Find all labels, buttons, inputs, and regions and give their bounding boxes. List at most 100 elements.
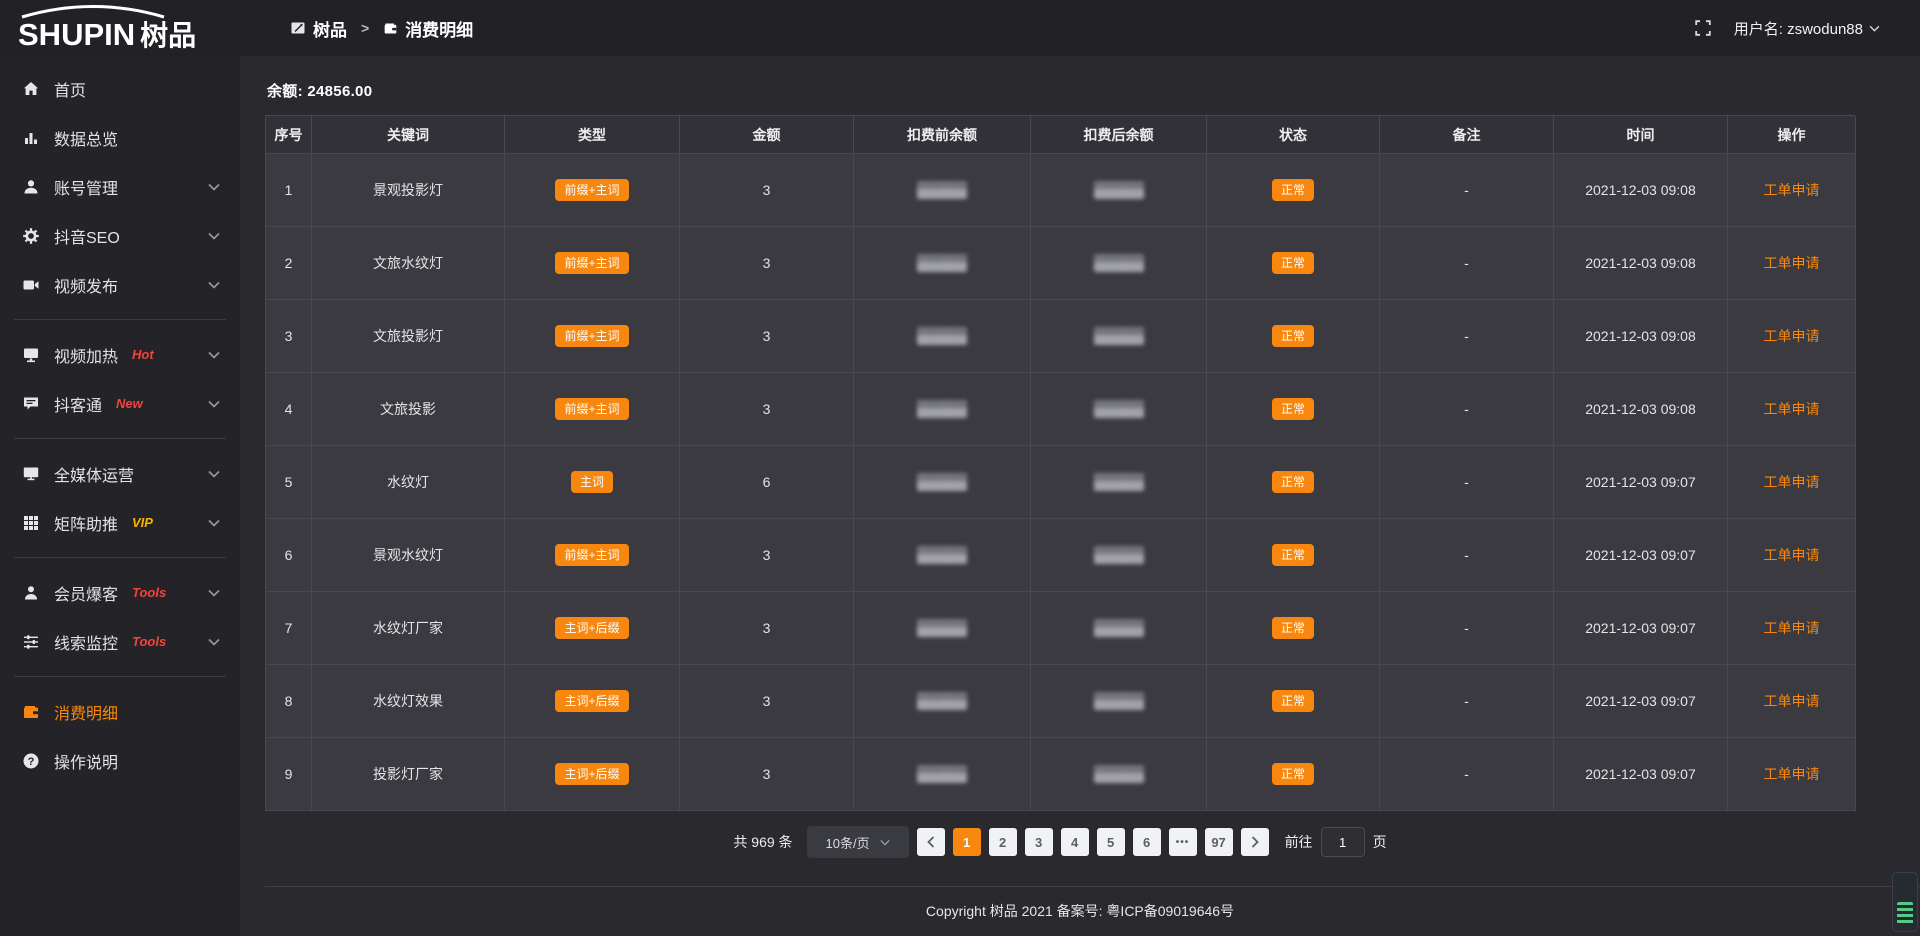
logo-arc-decoration bbox=[18, 5, 168, 19]
chevron-down-icon bbox=[208, 589, 220, 597]
sidebar-item-instructions[interactable]: ? 操作说明 bbox=[0, 736, 240, 785]
cell-note: - bbox=[1380, 373, 1554, 446]
sidebar-item-label: 抖音SEO bbox=[54, 224, 120, 248]
work-order-link[interactable]: 工单申请 bbox=[1764, 326, 1820, 346]
type-tag: 前缀+主词 bbox=[555, 398, 628, 420]
table-row: 8 水纹灯效果 主词+后缀 3 正常 - 2021-12-03 09:07 工单… bbox=[266, 665, 1855, 738]
cell-time: 2021-12-03 09:08 bbox=[1554, 154, 1728, 227]
sidebar-item-video-heat[interactable]: 视频加热 Hot bbox=[0, 330, 240, 379]
brand-logo[interactable]: SHUPIN 树品 bbox=[0, 0, 240, 56]
user-icon bbox=[22, 178, 40, 196]
page-button-3[interactable]: 3 bbox=[1025, 828, 1053, 856]
svg-text:?: ? bbox=[28, 755, 35, 767]
status-badge: 正常 bbox=[1272, 252, 1314, 274]
sidebar-item-clue-monitor[interactable]: 线索监控 Tools bbox=[0, 617, 240, 666]
cell-time: 2021-12-03 09:07 bbox=[1554, 519, 1728, 592]
cell-note: - bbox=[1380, 665, 1554, 738]
wallet-icon bbox=[383, 21, 398, 36]
work-order-link[interactable]: 工单申请 bbox=[1764, 618, 1820, 638]
cell-time: 2021-12-03 09:08 bbox=[1554, 227, 1728, 300]
video-camera-icon bbox=[22, 276, 40, 294]
sidebar-item-home[interactable]: 首页 bbox=[0, 64, 240, 113]
sidebar-item-label: 视频加热 bbox=[54, 343, 118, 367]
col-header: 金额 bbox=[680, 116, 854, 154]
page-button-1[interactable]: 1 bbox=[953, 828, 981, 856]
sidebar-item-label: 全媒体运营 bbox=[54, 462, 134, 486]
cell-index: 1 bbox=[266, 154, 312, 227]
work-order-link[interactable]: 工单申请 bbox=[1764, 764, 1820, 784]
balance-display: 余额: 24856.00 bbox=[267, 80, 1855, 101]
chat-bubble-icon bbox=[22, 395, 40, 413]
sidebar-item-label: 线索监控 bbox=[54, 630, 118, 654]
more-pages-button[interactable]: ••• bbox=[1169, 828, 1197, 856]
sidebar-item-douketong[interactable]: 抖客通 New bbox=[0, 379, 240, 428]
page-button-6[interactable]: 6 bbox=[1133, 828, 1161, 856]
sidebar-item-data-overview[interactable]: 数据总览 bbox=[0, 113, 240, 162]
sidebar-item-video-publish[interactable]: 视频发布 bbox=[0, 260, 240, 309]
cell-index: 4 bbox=[266, 373, 312, 446]
breadcrumb-home[interactable]: 树品 bbox=[290, 16, 347, 41]
sidebar-item-label: 数据总览 bbox=[54, 126, 118, 150]
work-order-link[interactable]: 工单申请 bbox=[1764, 399, 1820, 419]
prev-page-button[interactable] bbox=[917, 828, 945, 856]
status-badge: 正常 bbox=[1272, 179, 1314, 201]
work-order-link[interactable]: 工单申请 bbox=[1764, 180, 1820, 200]
cell-keyword: 文旅水纹灯 bbox=[312, 227, 505, 300]
cell-amount: 6 bbox=[680, 446, 854, 519]
sidebar-item-label: 会员爆客 bbox=[54, 581, 118, 605]
table-header-row: 序号 关键词 类型 金额 扣费前余额 扣费后余额 状态 备注 时间 操作 bbox=[266, 116, 1855, 154]
col-header: 关键词 bbox=[312, 116, 505, 154]
breadcrumb-separator: > bbox=[361, 20, 369, 36]
work-order-link[interactable]: 工单申请 bbox=[1764, 472, 1820, 492]
user-menu[interactable]: 用户名: zswodun88 bbox=[1734, 18, 1880, 39]
breadcrumb-label: 树品 bbox=[313, 16, 347, 41]
goto-page-input[interactable] bbox=[1321, 827, 1365, 857]
sidebar-item-matrix-boost[interactable]: 矩阵助推 VIP bbox=[0, 498, 240, 547]
work-order-link[interactable]: 工单申请 bbox=[1764, 545, 1820, 565]
page-button-4[interactable]: 4 bbox=[1061, 828, 1089, 856]
cell-note: - bbox=[1380, 300, 1554, 373]
cell-index: 9 bbox=[266, 738, 312, 811]
censored-balance-after bbox=[1094, 473, 1144, 491]
page-size-select[interactable]: 10条/页 bbox=[807, 826, 909, 858]
col-header: 时间 bbox=[1554, 116, 1728, 154]
page-button-97[interactable]: 97 bbox=[1205, 828, 1233, 856]
corner-widget[interactable] bbox=[1892, 872, 1918, 932]
cell-index: 7 bbox=[266, 592, 312, 665]
page-button-2[interactable]: 2 bbox=[989, 828, 1017, 856]
censored-balance-before bbox=[917, 327, 967, 345]
home-icon bbox=[22, 80, 40, 98]
sliders-icon bbox=[22, 633, 40, 651]
cell-keyword: 文旅投影灯 bbox=[312, 300, 505, 373]
work-order-link[interactable]: 工单申请 bbox=[1764, 253, 1820, 273]
sidebar-item-all-media[interactable]: 全媒体运营 bbox=[0, 449, 240, 498]
tools-badge: Tools bbox=[132, 634, 166, 649]
censored-balance-before bbox=[917, 254, 967, 272]
censored-balance-after bbox=[1094, 619, 1144, 637]
sidebar-item-member-baoke[interactable]: 会员爆客 Tools bbox=[0, 568, 240, 617]
cell-amount: 3 bbox=[680, 154, 854, 227]
page-button-5[interactable]: 5 bbox=[1097, 828, 1125, 856]
sidebar-item-consumption-detail[interactable]: 消费明细 bbox=[0, 687, 240, 736]
censored-balance-after bbox=[1094, 400, 1144, 418]
cell-time: 2021-12-03 09:08 bbox=[1554, 373, 1728, 446]
censored-balance-before bbox=[917, 692, 967, 710]
censored-balance-after bbox=[1094, 181, 1144, 199]
fullscreen-icon[interactable] bbox=[1694, 19, 1712, 37]
work-order-link[interactable]: 工单申请 bbox=[1764, 691, 1820, 711]
cell-note: - bbox=[1380, 446, 1554, 519]
top-header: 树品 > 消费明细 用户名: zswodun88 bbox=[240, 0, 1920, 56]
breadcrumb-current[interactable]: 消费明细 bbox=[383, 16, 473, 41]
sidebar-item-douyin-seo[interactable]: 抖音SEO bbox=[0, 211, 240, 260]
goto-label: 前往 bbox=[1285, 832, 1313, 852]
sidebar-item-account-management[interactable]: 账号管理 bbox=[0, 162, 240, 211]
col-header: 扣费前余额 bbox=[854, 116, 1031, 154]
sidebar-item-label: 矩阵助推 bbox=[54, 511, 118, 535]
cell-time: 2021-12-03 09:07 bbox=[1554, 446, 1728, 519]
header-right: 用户名: zswodun88 bbox=[1694, 18, 1880, 39]
sidebar-item-label: 视频发布 bbox=[54, 273, 118, 297]
cell-time: 2021-12-03 09:07 bbox=[1554, 592, 1728, 665]
sidebar: SHUPIN 树品 首页 数据总览 账号管理 抖音SEO bbox=[0, 0, 240, 936]
chevron-down-icon bbox=[208, 519, 220, 527]
next-page-button[interactable] bbox=[1241, 828, 1269, 856]
